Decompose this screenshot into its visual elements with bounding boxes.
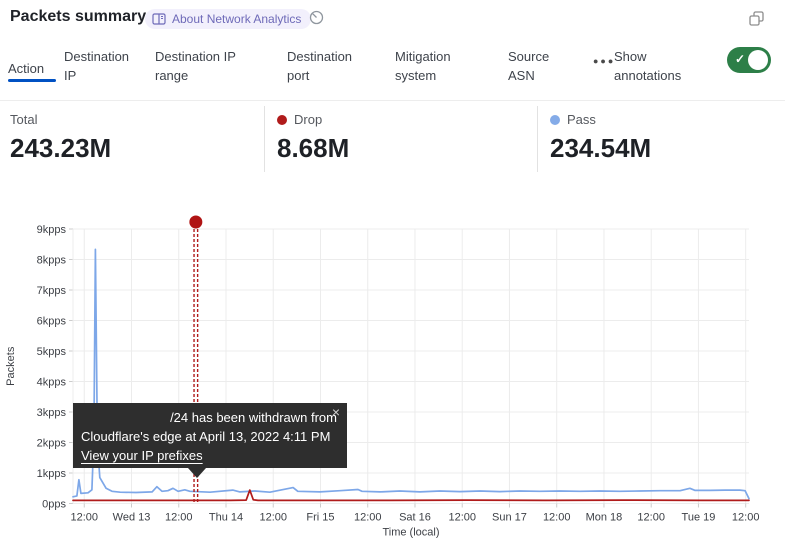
- check-icon: ✓: [735, 52, 745, 66]
- svg-text:Sun 17: Sun 17: [492, 512, 527, 524]
- separator: [0, 100, 785, 101]
- svg-text:12:00: 12:00: [70, 512, 98, 524]
- tab-destination-port[interactable]: Destination port: [287, 47, 359, 85]
- popout-icon[interactable]: [749, 11, 764, 31]
- active-tab-underline: [8, 79, 56, 82]
- svg-text:12:00: 12:00: [259, 512, 287, 524]
- svg-text:12:00: 12:00: [448, 512, 476, 524]
- stat-pass: Pass 234.54M: [550, 112, 651, 164]
- svg-text:Sat 16: Sat 16: [399, 512, 431, 524]
- svg-text:0pps: 0pps: [42, 499, 66, 511]
- divider: [264, 106, 265, 172]
- annotation-tooltip: /24 has been withdrawn from Cloudflare's…: [73, 403, 347, 468]
- tab-action[interactable]: Action: [8, 59, 44, 78]
- svg-text:7kpps: 7kpps: [37, 285, 67, 297]
- pass-legend-dot: [550, 115, 560, 125]
- svg-text:Wed 13: Wed 13: [113, 512, 151, 524]
- svg-text:2kpps: 2kpps: [37, 438, 67, 450]
- view-ip-prefixes-link[interactable]: View your IP prefixes: [81, 448, 203, 463]
- stat-total-value: 243.23M: [10, 133, 111, 164]
- svg-text:12:00: 12:00: [637, 512, 665, 524]
- svg-text:12:00: 12:00: [165, 512, 193, 524]
- svg-text:3kpps: 3kpps: [37, 407, 67, 419]
- page-title: Packets summary: [10, 8, 146, 26]
- svg-text:12:00: 12:00: [732, 512, 760, 524]
- svg-text:Tue 19: Tue 19: [682, 512, 716, 524]
- svg-text:Mon 18: Mon 18: [586, 512, 623, 524]
- tooltip-arrow: [188, 468, 206, 478]
- svg-text:Fri 15: Fri 15: [306, 512, 334, 524]
- more-tabs-icon[interactable]: ●●●: [593, 56, 615, 66]
- drop-legend-dot: [277, 115, 287, 125]
- tab-destination-ip-range[interactable]: Destination IP range: [155, 47, 243, 85]
- svg-text:Time (local): Time (local): [382, 527, 439, 539]
- svg-text:8kpps: 8kpps: [37, 255, 67, 267]
- packets-timeseries-chart[interactable]: 9kpps 8kpps 7kpps 6kpps 5kpps 4kpps 3kpps 2kpps…: [0, 210, 785, 555]
- divider: [537, 106, 538, 172]
- stat-pass-value: 234.54M: [550, 133, 651, 164]
- svg-text:1kpps: 1kpps: [37, 468, 67, 480]
- svg-text:6kpps: 6kpps: [37, 316, 67, 328]
- svg-text:4kpps: 4kpps: [37, 377, 67, 389]
- stat-drop-value: 8.68M: [277, 133, 349, 164]
- show-annotations-label: Show annotations: [614, 47, 696, 85]
- about-network-analytics-badge[interactable]: About Network Analytics: [145, 9, 311, 29]
- svg-text:Packets: Packets: [5, 346, 17, 386]
- svg-text:Thu 14: Thu 14: [209, 512, 243, 524]
- svg-text:12:00: 12:00: [543, 512, 571, 524]
- tooltip-line1: /24 has been withdrawn from: [81, 408, 339, 427]
- svg-text:12:00: 12:00: [354, 512, 382, 524]
- tab-source-asn[interactable]: Source ASN: [508, 47, 556, 85]
- stat-drop: Drop 8.68M: [277, 112, 349, 164]
- about-badge-label: About Network Analytics: [172, 12, 301, 26]
- tooltip-line2: Cloudflare's edge at April 13, 2022 4:11…: [81, 427, 339, 446]
- toggle-knob: [748, 50, 768, 70]
- stat-pass-label: Pass: [567, 112, 596, 127]
- time-period-icon[interactable]: [309, 10, 324, 30]
- close-icon[interactable]: ×: [332, 405, 340, 419]
- stat-total: Total 243.23M: [10, 112, 111, 164]
- packets-summary-panel: Packets summary About Network Analytics …: [0, 0, 785, 555]
- book-icon: [152, 13, 166, 25]
- tab-destination-ip[interactable]: Destination IP: [64, 47, 136, 85]
- stat-total-label: Total: [10, 112, 37, 127]
- svg-text:5kpps: 5kpps: [37, 346, 67, 358]
- tab-mitigation-system[interactable]: Mitigation system: [395, 47, 459, 85]
- svg-text:9kpps: 9kpps: [37, 224, 67, 236]
- show-annotations-toggle[interactable]: ✓: [727, 47, 771, 73]
- stat-drop-label: Drop: [294, 112, 322, 127]
